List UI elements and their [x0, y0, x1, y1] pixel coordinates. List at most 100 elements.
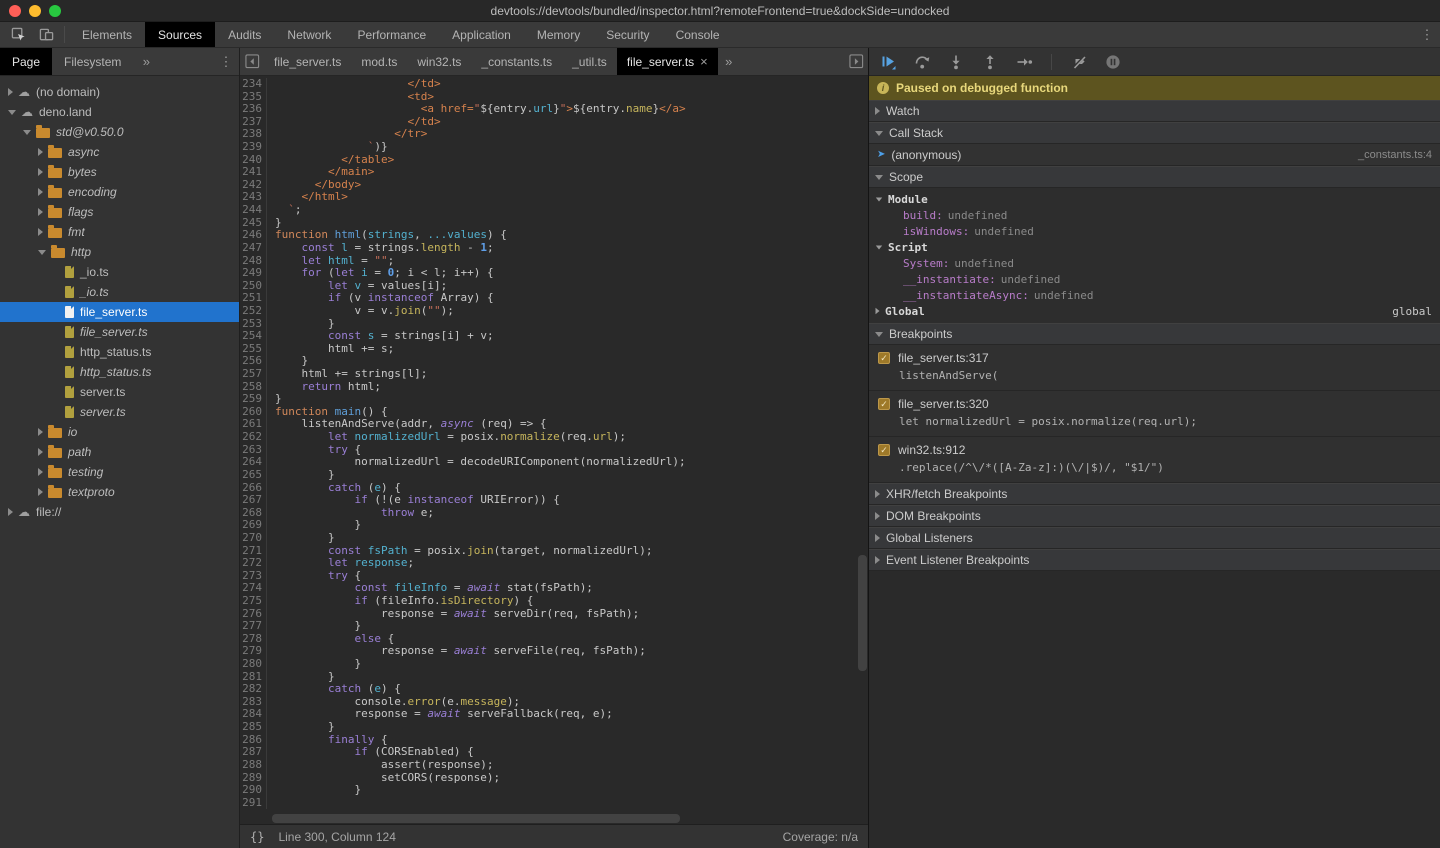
tab-filesystem[interactable]: Filesystem	[52, 48, 133, 75]
section-breakpoints[interactable]: Breakpoints	[869, 323, 1440, 345]
breakpoint-win32.ts-912[interactable]: ✓win32.ts:912.replace(/^\/*([A-Za-z]:)(\…	[869, 437, 1440, 483]
editor-tab-overflow-icon[interactable]: »	[718, 48, 740, 75]
editor-tab-_util.ts[interactable]: _util.ts	[562, 48, 617, 75]
tree-item-file-[interactable]: ☁file://	[0, 502, 239, 522]
tree-item-bytes[interactable]: bytes	[0, 162, 239, 182]
section-scope[interactable]: Scope	[869, 166, 1440, 188]
main-tab-memory[interactable]: Memory	[524, 22, 593, 47]
line-number[interactable]: 277	[240, 620, 266, 633]
expand-arrow-icon[interactable]	[38, 468, 43, 476]
tree-item-testing[interactable]: testing	[0, 462, 239, 482]
frame-location[interactable]: _constants.ts:4	[1358, 149, 1432, 161]
main-tab-elements[interactable]: Elements	[69, 22, 145, 47]
scope-property-__instantiate[interactable]: __instantiate:undefined	[869, 271, 1440, 287]
line-number[interactable]: 249	[240, 267, 266, 280]
line-number[interactable]: 267	[240, 494, 266, 507]
main-tab-audits[interactable]: Audits	[215, 22, 274, 47]
editor-tab-file_server.ts[interactable]: file_server.ts	[264, 48, 351, 75]
line-number[interactable]: 252	[240, 305, 266, 318]
line-number[interactable]: 270	[240, 532, 266, 545]
line-number[interactable]: 285	[240, 721, 266, 734]
tab-overflow-icon[interactable]: »	[133, 48, 159, 75]
main-tab-sources[interactable]: Sources	[145, 22, 215, 47]
more-options-icon[interactable]: ⋮	[1414, 22, 1440, 47]
line-number[interactable]: 259	[240, 393, 266, 406]
tree-item--no-domain-[interactable]: ☁(no domain)	[0, 82, 239, 102]
editor-tab-file_server.ts[interactable]: file_server.ts×	[617, 48, 718, 75]
section-event-listener-breakpoints[interactable]: Event Listener Breakpoints	[869, 549, 1440, 571]
section-watch[interactable]: Watch	[869, 100, 1440, 122]
inspect-element-icon[interactable]	[4, 22, 32, 47]
vertical-scrollbar[interactable]	[858, 555, 867, 671]
horizontal-scrollbar[interactable]	[272, 814, 680, 823]
navigator-menu-icon[interactable]: ⋮	[213, 48, 239, 75]
line-number[interactable]: 290	[240, 784, 266, 797]
step-into-icon[interactable]	[947, 54, 965, 70]
scope-group-module[interactable]: Module	[869, 191, 1440, 207]
tree-item-file_server.ts[interactable]: file_server.ts	[0, 322, 239, 342]
breakpoint-checkbox[interactable]: ✓	[878, 352, 890, 364]
expand-arrow-icon[interactable]	[8, 508, 13, 516]
pretty-print-icon[interactable]: {}	[250, 830, 264, 844]
expand-arrow-icon[interactable]	[38, 228, 43, 236]
tree-item-_io.ts[interactable]: _io.ts	[0, 282, 239, 302]
resume-script-icon[interactable]	[879, 54, 897, 70]
tabs-scroll-left-icon[interactable]	[240, 48, 264, 75]
editor-tab-_constants.ts[interactable]: _constants.ts	[471, 48, 562, 75]
section-xhr-fetch-breakpoints[interactable]: XHR/fetch Breakpoints	[869, 483, 1440, 505]
breakpoint-file_server.ts-320[interactable]: ✓file_server.ts:320let normalizedUrl = p…	[869, 391, 1440, 437]
tree-item-server.ts[interactable]: server.ts	[0, 382, 239, 402]
line-number[interactable]: 264	[240, 456, 266, 469]
step-over-icon[interactable]	[913, 54, 931, 70]
breakpoint-file_server.ts-317[interactable]: ✓file_server.ts:317listenAndServe(	[869, 345, 1440, 391]
device-toolbar-icon[interactable]	[32, 22, 60, 47]
collapse-arrow-icon[interactable]	[23, 130, 31, 135]
tree-item-textproto[interactable]: textproto	[0, 482, 239, 502]
line-number[interactable]: 257	[240, 368, 266, 381]
tab-page[interactable]: Page	[0, 48, 52, 75]
tree-item-http_status.ts[interactable]: http_status.ts	[0, 362, 239, 382]
breakpoint-checkbox[interactable]: ✓	[878, 444, 890, 456]
step-out-icon[interactable]	[981, 54, 999, 70]
line-number[interactable]: 272	[240, 557, 266, 570]
tree-item-file_server.ts[interactable]: file_server.ts	[0, 302, 239, 322]
expand-arrow-icon[interactable]	[38, 428, 43, 436]
collapse-arrow-icon[interactable]	[876, 245, 882, 249]
line-number[interactable]: 282	[240, 683, 266, 696]
line-number[interactable]: 234	[240, 78, 266, 91]
tree-item-encoding[interactable]: encoding	[0, 182, 239, 202]
tree-item-async[interactable]: async	[0, 142, 239, 162]
scope-property-system[interactable]: System:undefined	[869, 255, 1440, 271]
main-tab-network[interactable]: Network	[274, 22, 344, 47]
tree-item-http[interactable]: http	[0, 242, 239, 262]
collapse-arrow-icon[interactable]	[38, 250, 46, 255]
tree-item-std@v0.50.0[interactable]: std@v0.50.0	[0, 122, 239, 142]
tree-item-server.ts[interactable]: server.ts	[0, 402, 239, 422]
main-tab-console[interactable]: Console	[663, 22, 733, 47]
call-stack-frame[interactable]: ➤ (anonymous) _constants.ts:4	[869, 144, 1440, 166]
collapse-arrow-icon[interactable]	[8, 110, 16, 115]
editor-tab-win32.ts[interactable]: win32.ts	[407, 48, 471, 75]
expand-arrow-icon[interactable]	[38, 488, 43, 496]
expand-arrow-icon[interactable]	[38, 188, 43, 196]
toggle-sidebar-icon[interactable]	[844, 48, 868, 75]
step-icon[interactable]	[1015, 54, 1033, 70]
tree-item-flags[interactable]: flags	[0, 202, 239, 222]
expand-arrow-icon[interactable]	[38, 448, 43, 456]
expand-arrow-icon[interactable]	[876, 308, 880, 314]
line-number[interactable]: 291	[240, 797, 266, 810]
tree-item-deno.land[interactable]: ☁deno.land	[0, 102, 239, 122]
expand-arrow-icon[interactable]	[38, 168, 43, 176]
section-global-listeners[interactable]: Global Listeners	[869, 527, 1440, 549]
line-number[interactable]: 239	[240, 141, 266, 154]
line-number[interactable]: 254	[240, 330, 266, 343]
main-tab-application[interactable]: Application	[439, 22, 524, 47]
line-number[interactable]: 244	[240, 204, 266, 217]
collapse-arrow-icon[interactable]	[876, 197, 882, 201]
scope-property-iswindows[interactable]: isWindows:undefined	[869, 223, 1440, 239]
main-tab-performance[interactable]: Performance	[344, 22, 439, 47]
editor-tab-mod.ts[interactable]: mod.ts	[351, 48, 407, 75]
scope-property-build[interactable]: build:undefined	[869, 207, 1440, 223]
line-number[interactable]: 247	[240, 242, 266, 255]
breakpoint-checkbox[interactable]: ✓	[878, 398, 890, 410]
